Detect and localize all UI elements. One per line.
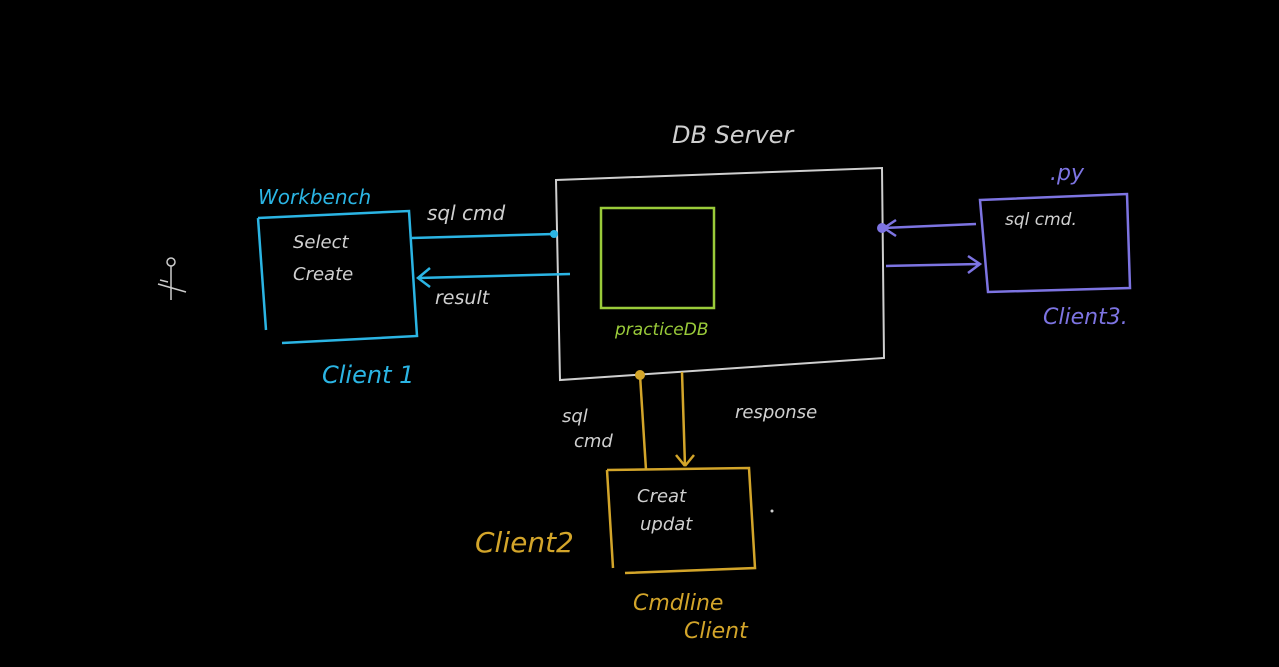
client1-command-create: Create bbox=[293, 264, 353, 285]
client1-request-dot bbox=[550, 230, 558, 238]
client3-commands: sql cmd. bbox=[1005, 210, 1077, 230]
client1-tool-label: Workbench bbox=[258, 185, 371, 209]
client3-response-arrow bbox=[885, 254, 983, 274]
client1-label: Client 1 bbox=[322, 361, 414, 389]
client1-response-arrow bbox=[415, 267, 571, 288]
client3-label: Client3. bbox=[1043, 305, 1128, 330]
client2-request-label-2: cmd bbox=[574, 431, 613, 452]
client2-tool-label-1: Cmdline bbox=[633, 591, 723, 616]
pen-cursor-icon bbox=[157, 257, 187, 300]
database-box bbox=[599, 206, 716, 310]
client2-tool-label-2: Client bbox=[684, 619, 749, 644]
server-box bbox=[554, 166, 886, 382]
client2-request-line bbox=[638, 374, 648, 471]
client1-request-label: sql cmd bbox=[427, 201, 506, 225]
client3-tool-label: .py bbox=[1050, 161, 1085, 186]
client2-command-create: Creat bbox=[637, 486, 687, 507]
server-title: DB Server bbox=[672, 121, 795, 149]
client2-request-label-1: sql bbox=[562, 406, 588, 427]
client3-box bbox=[978, 192, 1132, 294]
client2-label: Client2 bbox=[475, 526, 574, 559]
client3-request-arrow bbox=[881, 218, 977, 238]
database-label: practiceDB bbox=[614, 320, 709, 340]
client2-response-arrow bbox=[675, 371, 695, 467]
client2-command-update: updat bbox=[640, 514, 693, 535]
client2-response-label: response bbox=[735, 402, 817, 423]
client1-response-label: result bbox=[435, 287, 491, 309]
client1-request-line bbox=[411, 232, 555, 240]
client1-command-select: Select bbox=[293, 232, 349, 253]
stray-dot bbox=[770, 509, 774, 513]
diagram-canvas: DB Server practiceDB Workbench Select Cr… bbox=[157, 121, 1132, 644]
